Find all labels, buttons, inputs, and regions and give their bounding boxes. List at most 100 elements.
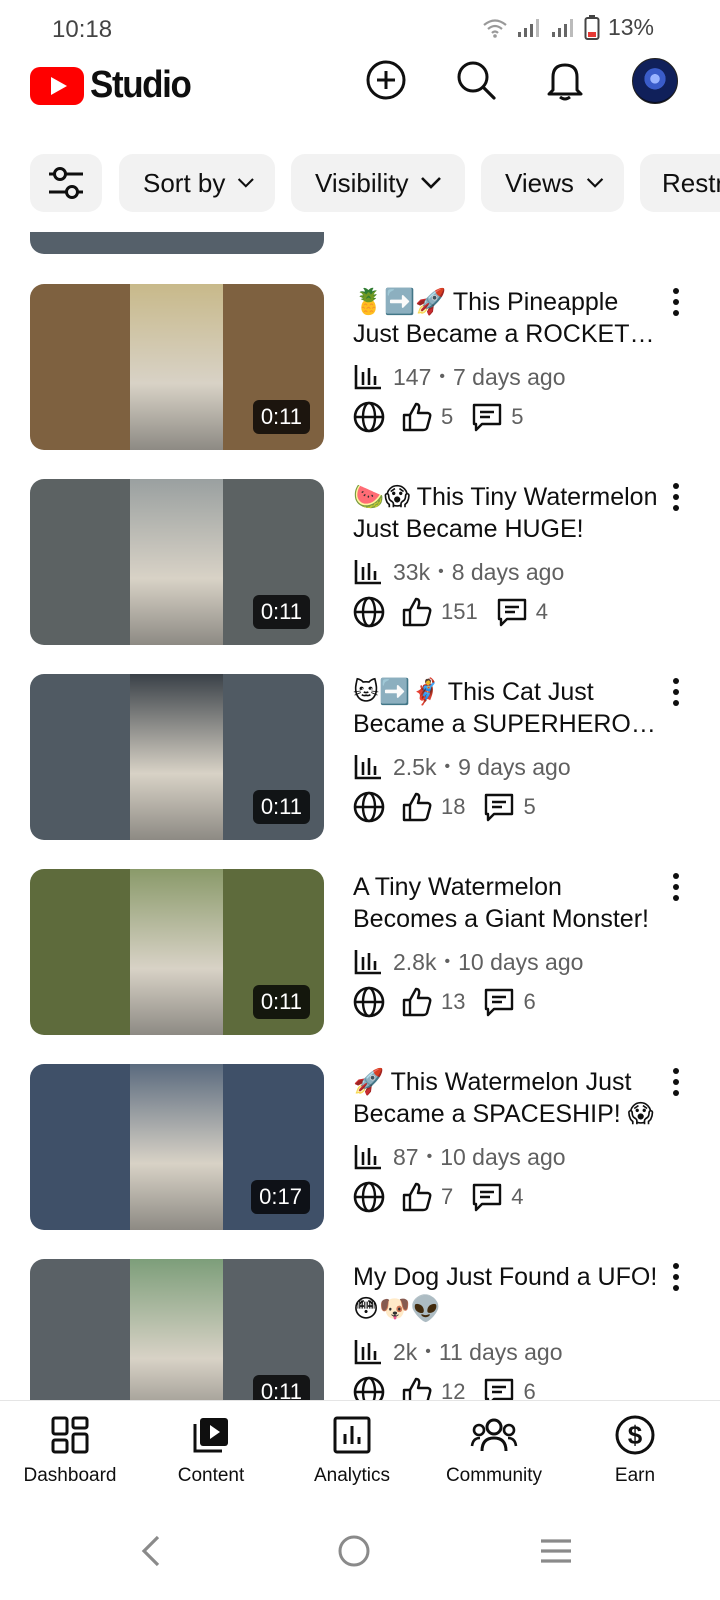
nav-content[interactable]: Content xyxy=(146,1411,276,1487)
video-row[interactable]: 0:11 🍍➡️🚀 This Pineapple Just Became a R… xyxy=(0,284,720,450)
like-count: 13 xyxy=(441,989,466,1014)
comment-icon xyxy=(497,598,526,627)
like-count: 12 xyxy=(441,1379,466,1400)
video-row[interactable]: 0:11 A Tiny Watermelon Becomes a Giant M… xyxy=(0,869,720,1035)
visibility-label: Visibility xyxy=(315,167,409,198)
video-row[interactable]: 0:11 🍉😱 This Tiny Watermelon Just Became… xyxy=(0,479,720,645)
video-duration: 0:11 xyxy=(252,595,310,629)
engagement-row: 13 6 xyxy=(353,985,554,1019)
video-thumbnail[interactable]: 0:11 xyxy=(30,1259,324,1400)
back-button[interactable] xyxy=(126,1526,176,1576)
video-row[interactable]: 0:17 🚀 This Watermelon Just Became a SPA… xyxy=(0,1064,720,1230)
video-title[interactable]: A Tiny Watermelon Becomes a Giant Monste… xyxy=(353,871,659,935)
more-options-button[interactable] xyxy=(664,1263,688,1291)
video-title[interactable]: 🐱➡️🦸 This Cat Just Became a SUPERHERO! 💥 xyxy=(353,676,659,740)
visibility-chip[interactable]: Visibility xyxy=(291,154,465,212)
nav-earn[interactable]: $ Earn xyxy=(570,1411,700,1487)
wifi-icon xyxy=(483,18,507,38)
bottom-navigation: Dashboard Content Analytics Community $ xyxy=(0,1400,720,1501)
chevron-down-icon xyxy=(421,177,442,189)
view-count: 87 xyxy=(393,1143,419,1170)
engagement-row: 7 4 xyxy=(353,1180,542,1214)
video-title[interactable]: My Dog Just Found a UFO! 😳🐶👽 xyxy=(353,1261,659,1325)
restrictions-chip[interactable]: Restrictions xyxy=(640,154,720,212)
thumbs-up-icon xyxy=(402,792,432,822)
video-thumbnail[interactable]: 0:11 xyxy=(30,869,324,1035)
video-title[interactable]: 🍍➡️🚀 This Pineapple Just Became a ROCKET… xyxy=(353,286,659,350)
comment-count: 6 xyxy=(523,1379,536,1400)
like-count: 151 xyxy=(441,599,478,624)
globe-icon xyxy=(353,596,385,628)
video-thumbnail[interactable]: 0:11 xyxy=(30,284,324,450)
video-stats: 33k • 8 days ago xyxy=(353,557,564,587)
signal-icon xyxy=(551,18,573,37)
like-count: 7 xyxy=(441,1184,454,1209)
filter-button[interactable] xyxy=(30,154,102,212)
search-button[interactable] xyxy=(454,58,498,102)
thumbs-up-icon xyxy=(402,402,432,432)
video-thumbnail-partial[interactable] xyxy=(30,232,324,254)
views-chart-icon xyxy=(354,1340,381,1365)
video-thumbnail[interactable]: 0:11 xyxy=(30,479,324,645)
system-navigation-bar xyxy=(0,1500,720,1600)
nav-label: Earn xyxy=(614,1465,656,1486)
video-duration: 0:11 xyxy=(252,985,310,1019)
video-stats: 2k • 11 days ago xyxy=(353,1337,563,1367)
video-stats: 87 • 10 days ago xyxy=(353,1142,566,1172)
video-row[interactable]: 0:11 🐱➡️🦸 This Cat Just Became a SUPERHE… xyxy=(0,674,720,840)
video-thumbnail[interactable]: 0:17 xyxy=(30,1064,324,1230)
video-duration: 0:11 xyxy=(252,1375,310,1400)
more-options-button[interactable] xyxy=(664,1068,688,1096)
create-button[interactable] xyxy=(364,58,408,102)
studio-logo[interactable]: Studio xyxy=(30,64,199,107)
globe-icon xyxy=(353,401,385,433)
video-title[interactable]: 🚀 This Watermelon Just Became a SPACESHI… xyxy=(353,1066,659,1130)
comment-count: 6 xyxy=(523,989,536,1014)
comment-icon xyxy=(485,1378,514,1400)
more-options-button[interactable] xyxy=(664,288,688,316)
like-count: 5 xyxy=(441,404,454,429)
earn-icon: $ xyxy=(615,1415,655,1455)
globe-icon xyxy=(353,791,385,823)
comment-icon xyxy=(485,793,514,822)
thumbs-up-icon xyxy=(402,1377,432,1400)
brand-wordmark: Studio xyxy=(90,64,192,106)
nav-dashboard[interactable]: Dashboard xyxy=(5,1411,135,1487)
video-duration: 0:11 xyxy=(252,790,310,824)
upload-age: 7 days ago xyxy=(452,363,566,390)
short-artwork xyxy=(130,479,223,645)
app-header: Studio xyxy=(0,56,720,140)
recents-button[interactable] xyxy=(531,1526,581,1576)
nav-analytics[interactable]: Analytics xyxy=(287,1411,417,1487)
filter-sliders-icon xyxy=(49,167,83,199)
more-options-button[interactable] xyxy=(664,873,688,901)
engagement-row: 5 5 xyxy=(353,400,542,434)
video-title[interactable]: 🍉😱 This Tiny Watermelon Just Became HUGE… xyxy=(353,481,659,545)
community-icon xyxy=(470,1418,518,1452)
short-artwork xyxy=(130,284,223,450)
video-thumbnail[interactable]: 0:11 xyxy=(30,674,324,840)
comment-count: 4 xyxy=(511,1184,524,1209)
views-chart-icon xyxy=(354,755,381,780)
home-button[interactable] xyxy=(329,1526,379,1576)
notifications-button[interactable] xyxy=(543,58,587,102)
more-options-button[interactable] xyxy=(664,678,688,706)
sort-by-chip[interactable]: Sort by xyxy=(119,154,275,212)
view-count: 2.5k xyxy=(393,753,437,780)
upload-age: 8 days ago xyxy=(451,558,565,585)
video-row[interactable]: 0:11 My Dog Just Found a UFO! 😳🐶👽 2k • 1… xyxy=(0,1259,720,1400)
bell-icon xyxy=(547,63,583,101)
video-list[interactable]: 0:11 🍍➡️🚀 This Pineapple Just Became a R… xyxy=(0,232,720,1400)
comment-icon xyxy=(473,1183,502,1212)
nav-community[interactable]: Community xyxy=(429,1411,559,1487)
filter-chips: Sort by Visibility Views Restrictions xyxy=(0,150,720,216)
analytics-icon xyxy=(333,1416,371,1454)
view-count: 2k xyxy=(393,1338,418,1365)
views-chip[interactable]: Views xyxy=(481,154,624,212)
engagement-row: 18 5 xyxy=(353,790,554,824)
more-options-button[interactable] xyxy=(664,483,688,511)
svg-text:$: $ xyxy=(628,1420,643,1450)
comment-count: 5 xyxy=(523,794,536,819)
account-avatar[interactable] xyxy=(632,58,678,104)
battery-icon xyxy=(584,14,600,40)
